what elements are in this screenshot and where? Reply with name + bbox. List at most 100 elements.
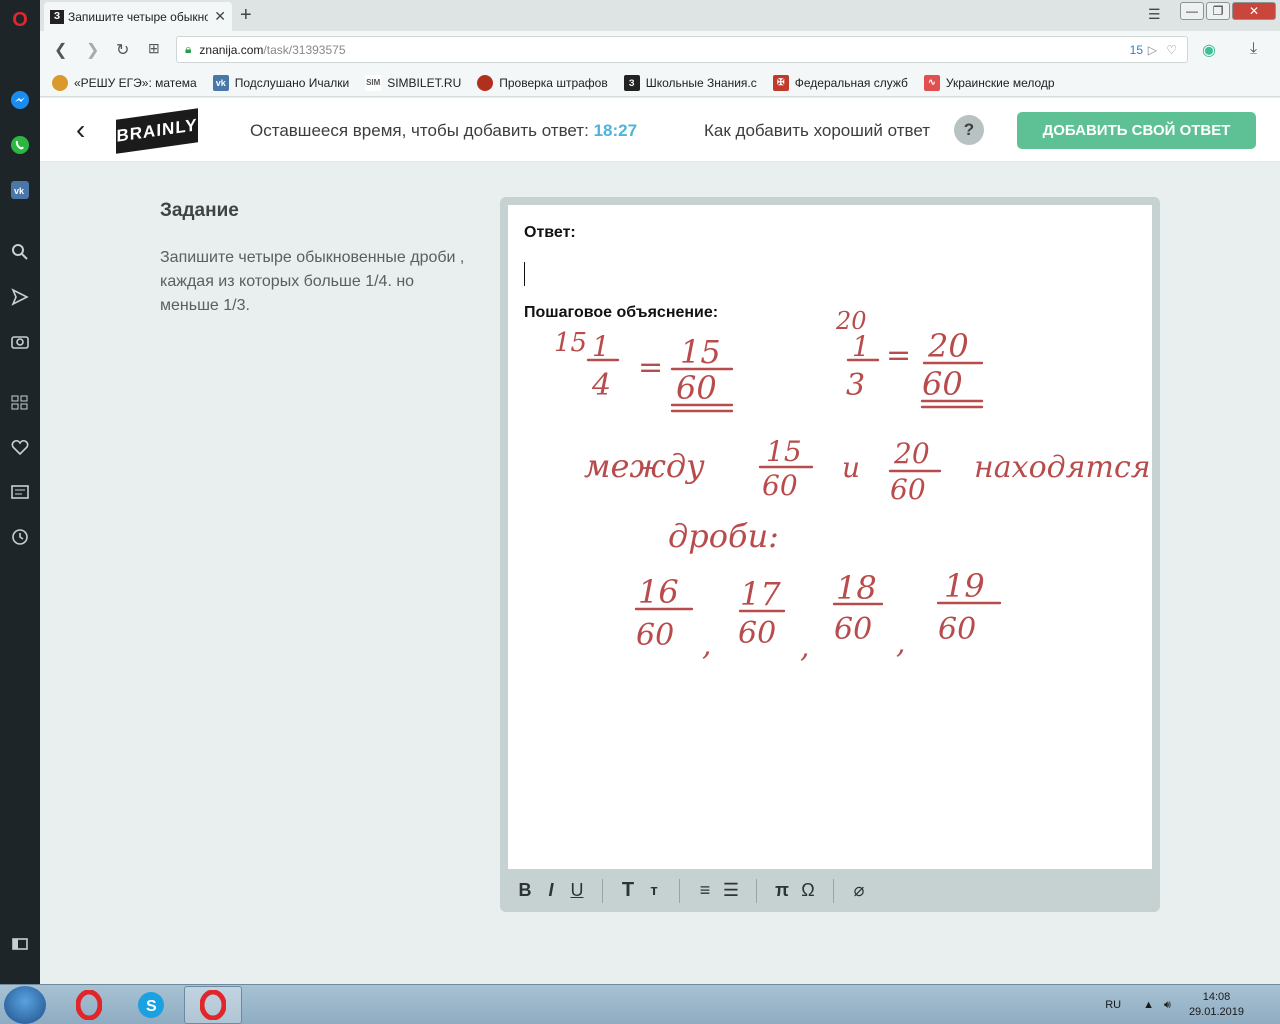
bookmark-item[interactable]: ∿ Украинские мелодр bbox=[923, 74, 1055, 91]
url-host: znanija.com bbox=[199, 42, 264, 57]
emblem-icon: ✠ bbox=[772, 74, 789, 91]
hw-eq-b: = bbox=[886, 338, 911, 373]
bullet-list-button[interactable]: ☰ bbox=[718, 880, 744, 901]
editor-sheet[interactable]: Ответ: Пошаговое объяснение: 15 1 4 = 15… bbox=[508, 205, 1152, 869]
sim-icon: SIM bbox=[365, 74, 382, 91]
brainly-logo[interactable]: BRAINLY bbox=[116, 108, 198, 154]
forward-icon[interactable]: ❯ bbox=[86, 40, 99, 60]
windows-taskbar: S RU ▲ 🔊︎ 14:08 29.01.2019 bbox=[0, 984, 1280, 1024]
bookmark-item[interactable]: ✠ Федеральная служб bbox=[772, 74, 908, 91]
bookmark-label: Федеральная служб bbox=[794, 75, 908, 90]
wave-icon: ∿ bbox=[923, 74, 940, 91]
hw-word-fractions: дроби: bbox=[668, 517, 779, 555]
hw-f1-num: 15 bbox=[766, 435, 802, 468]
task-text: Запишите четыре обыкновенные дроби , каж… bbox=[160, 249, 465, 314]
flow-icon[interactable]: ▷ bbox=[1148, 43, 1157, 57]
ordered-list-button[interactable]: ≡ bbox=[692, 880, 718, 901]
bookmark-item[interactable]: З Школьные Знания.c bbox=[623, 74, 757, 91]
back-chevron-icon[interactable]: ‹ bbox=[76, 114, 85, 146]
bookmark-item[interactable]: «РЕШУ ЕГЭ»: матема bbox=[52, 74, 197, 91]
taskbar-opera-icon[interactable] bbox=[60, 986, 118, 1024]
tab-strip: З Запишите четыре обыкновенные ✕ + ☰ — ❐… bbox=[40, 0, 1280, 31]
lock-icon: 🔒︎ bbox=[185, 42, 192, 56]
timer-value: 18:27 bbox=[593, 121, 638, 140]
add-answer-button[interactable]: ДОБАВИТЬ СВОЙ ОТВЕТ bbox=[1017, 112, 1256, 149]
task-heading: Задание bbox=[160, 200, 239, 221]
maximize-button[interactable]: ❐ bbox=[1206, 2, 1230, 20]
hw-frac-b-num: 1 bbox=[852, 330, 870, 363]
omega-button[interactable]: Ω bbox=[795, 880, 821, 901]
tab-title: Запишите четыре обыкновенные bbox=[68, 9, 208, 24]
hw-ans2-num: 17 bbox=[740, 575, 781, 613]
hw-f2-num: 20 bbox=[893, 437, 930, 470]
hw-mult-a: 15 bbox=[554, 328, 587, 358]
sidebar-toggle-icon[interactable] bbox=[8, 932, 32, 956]
tab-menu-icon[interactable]: ☰ bbox=[1148, 6, 1161, 23]
tray-expand-icon[interactable]: ▲ bbox=[1143, 999, 1154, 1011]
hw-word-and: и bbox=[842, 451, 860, 484]
language-indicator[interactable]: RU bbox=[1105, 999, 1121, 1011]
help-icon[interactable]: ? bbox=[954, 115, 984, 145]
download-icon[interactable]: ⤓ bbox=[1250, 40, 1257, 58]
znanija-favicon-icon: З bbox=[50, 9, 64, 24]
speed-dial-icon[interactable] bbox=[8, 390, 32, 414]
send-icon[interactable] bbox=[8, 285, 32, 309]
bookmark-label: «РЕШУ ЕГЭ»: матема bbox=[74, 75, 197, 90]
heading-small-button[interactable]: т bbox=[641, 882, 667, 899]
hw-comma-3: , bbox=[896, 626, 906, 661]
italic-button[interactable]: I bbox=[538, 880, 564, 901]
taskbar-opera-active-icon[interactable] bbox=[184, 986, 242, 1024]
bookmark-item[interactable]: Проверка штрафов bbox=[477, 74, 608, 91]
bookmark-label: SIMBILET.RU bbox=[387, 75, 462, 90]
camera-icon[interactable] bbox=[8, 329, 32, 353]
heading-large-button[interactable]: T bbox=[615, 879, 641, 902]
sun-icon bbox=[52, 74, 68, 91]
tab-active[interactable]: З Запишите четыре обыкновенные ✕ bbox=[44, 2, 232, 31]
bookmark-label: Подслушано Ичалки bbox=[234, 75, 350, 90]
speed-dial-button-icon[interactable]: ⊞ bbox=[148, 40, 160, 57]
hw-word-located: находятся bbox=[974, 450, 1151, 485]
timer-label: Оставшееся время, чтобы добавить ответ: bbox=[250, 121, 589, 140]
hw-res-b-den: 60 bbox=[922, 365, 963, 403]
close-window-button[interactable]: ✕ bbox=[1232, 2, 1276, 20]
minimize-button[interactable]: — bbox=[1180, 2, 1204, 20]
opera-menu-icon[interactable]: O bbox=[8, 8, 32, 32]
bookmark-item[interactable]: SIM SIMBILET.RU bbox=[365, 74, 462, 91]
remaining-time: Оставшееся время, чтобы добавить ответ: … bbox=[250, 121, 637, 141]
toolbar-divider bbox=[756, 878, 757, 903]
messenger-icon[interactable] bbox=[8, 88, 32, 112]
bookmark-label: Проверка штрафов bbox=[499, 75, 608, 90]
answer-editor: Ответ: Пошаговое объяснение: 15 1 4 = 15… bbox=[500, 197, 1160, 912]
opera-sidebar: O vk bbox=[0, 0, 40, 984]
hw-comma-1: , bbox=[702, 628, 712, 663]
hw-ans3-den: 60 bbox=[834, 612, 872, 647]
howto-link[interactable]: Как добавить хороший ответ bbox=[704, 121, 930, 141]
adblock-count[interactable]: 15 bbox=[1130, 43, 1143, 57]
whatsapp-icon[interactable] bbox=[8, 133, 32, 157]
bold-button[interactable]: B bbox=[512, 880, 538, 901]
underline-button[interactable]: U bbox=[564, 880, 590, 901]
vk-icon[interactable]: vk bbox=[8, 178, 32, 202]
history-icon[interactable] bbox=[8, 525, 32, 549]
attach-icon[interactable]: ⌀ bbox=[846, 880, 872, 901]
new-tab-button[interactable]: + bbox=[240, 4, 252, 27]
windows-start-icon[interactable] bbox=[4, 986, 46, 1024]
tab-close-icon[interactable]: ✕ bbox=[214, 8, 226, 25]
search-icon[interactable] bbox=[8, 240, 32, 264]
heart-icon[interactable] bbox=[8, 435, 32, 459]
bookmark-item[interactable]: vk Подслушано Ичалки bbox=[212, 74, 350, 91]
pi-button[interactable]: π bbox=[769, 880, 795, 901]
bookmark-heart-icon[interactable]: ♡ bbox=[1166, 43, 1177, 57]
hw-frac-a-den: 4 bbox=[591, 368, 611, 403]
hw-ans2-den: 60 bbox=[738, 616, 776, 651]
hw-res-a-num: 15 bbox=[680, 333, 721, 371]
url-field[interactable]: 🔒︎ znanija.com/task/31393575 15 ▷ ♡ bbox=[176, 36, 1188, 63]
reload-icon[interactable]: ↻ bbox=[116, 40, 129, 60]
vpn-icon[interactable]: ◉ bbox=[1202, 40, 1216, 60]
hw-frac-b-den: 3 bbox=[846, 368, 865, 403]
volume-icon[interactable]: 🔊︎ bbox=[1164, 999, 1171, 1012]
clock[interactable]: 14:08 29.01.2019 bbox=[1189, 990, 1244, 1020]
back-icon[interactable]: ❮ bbox=[54, 40, 67, 60]
taskbar-skype-icon[interactable]: S bbox=[122, 986, 180, 1024]
news-icon[interactable] bbox=[8, 480, 32, 504]
